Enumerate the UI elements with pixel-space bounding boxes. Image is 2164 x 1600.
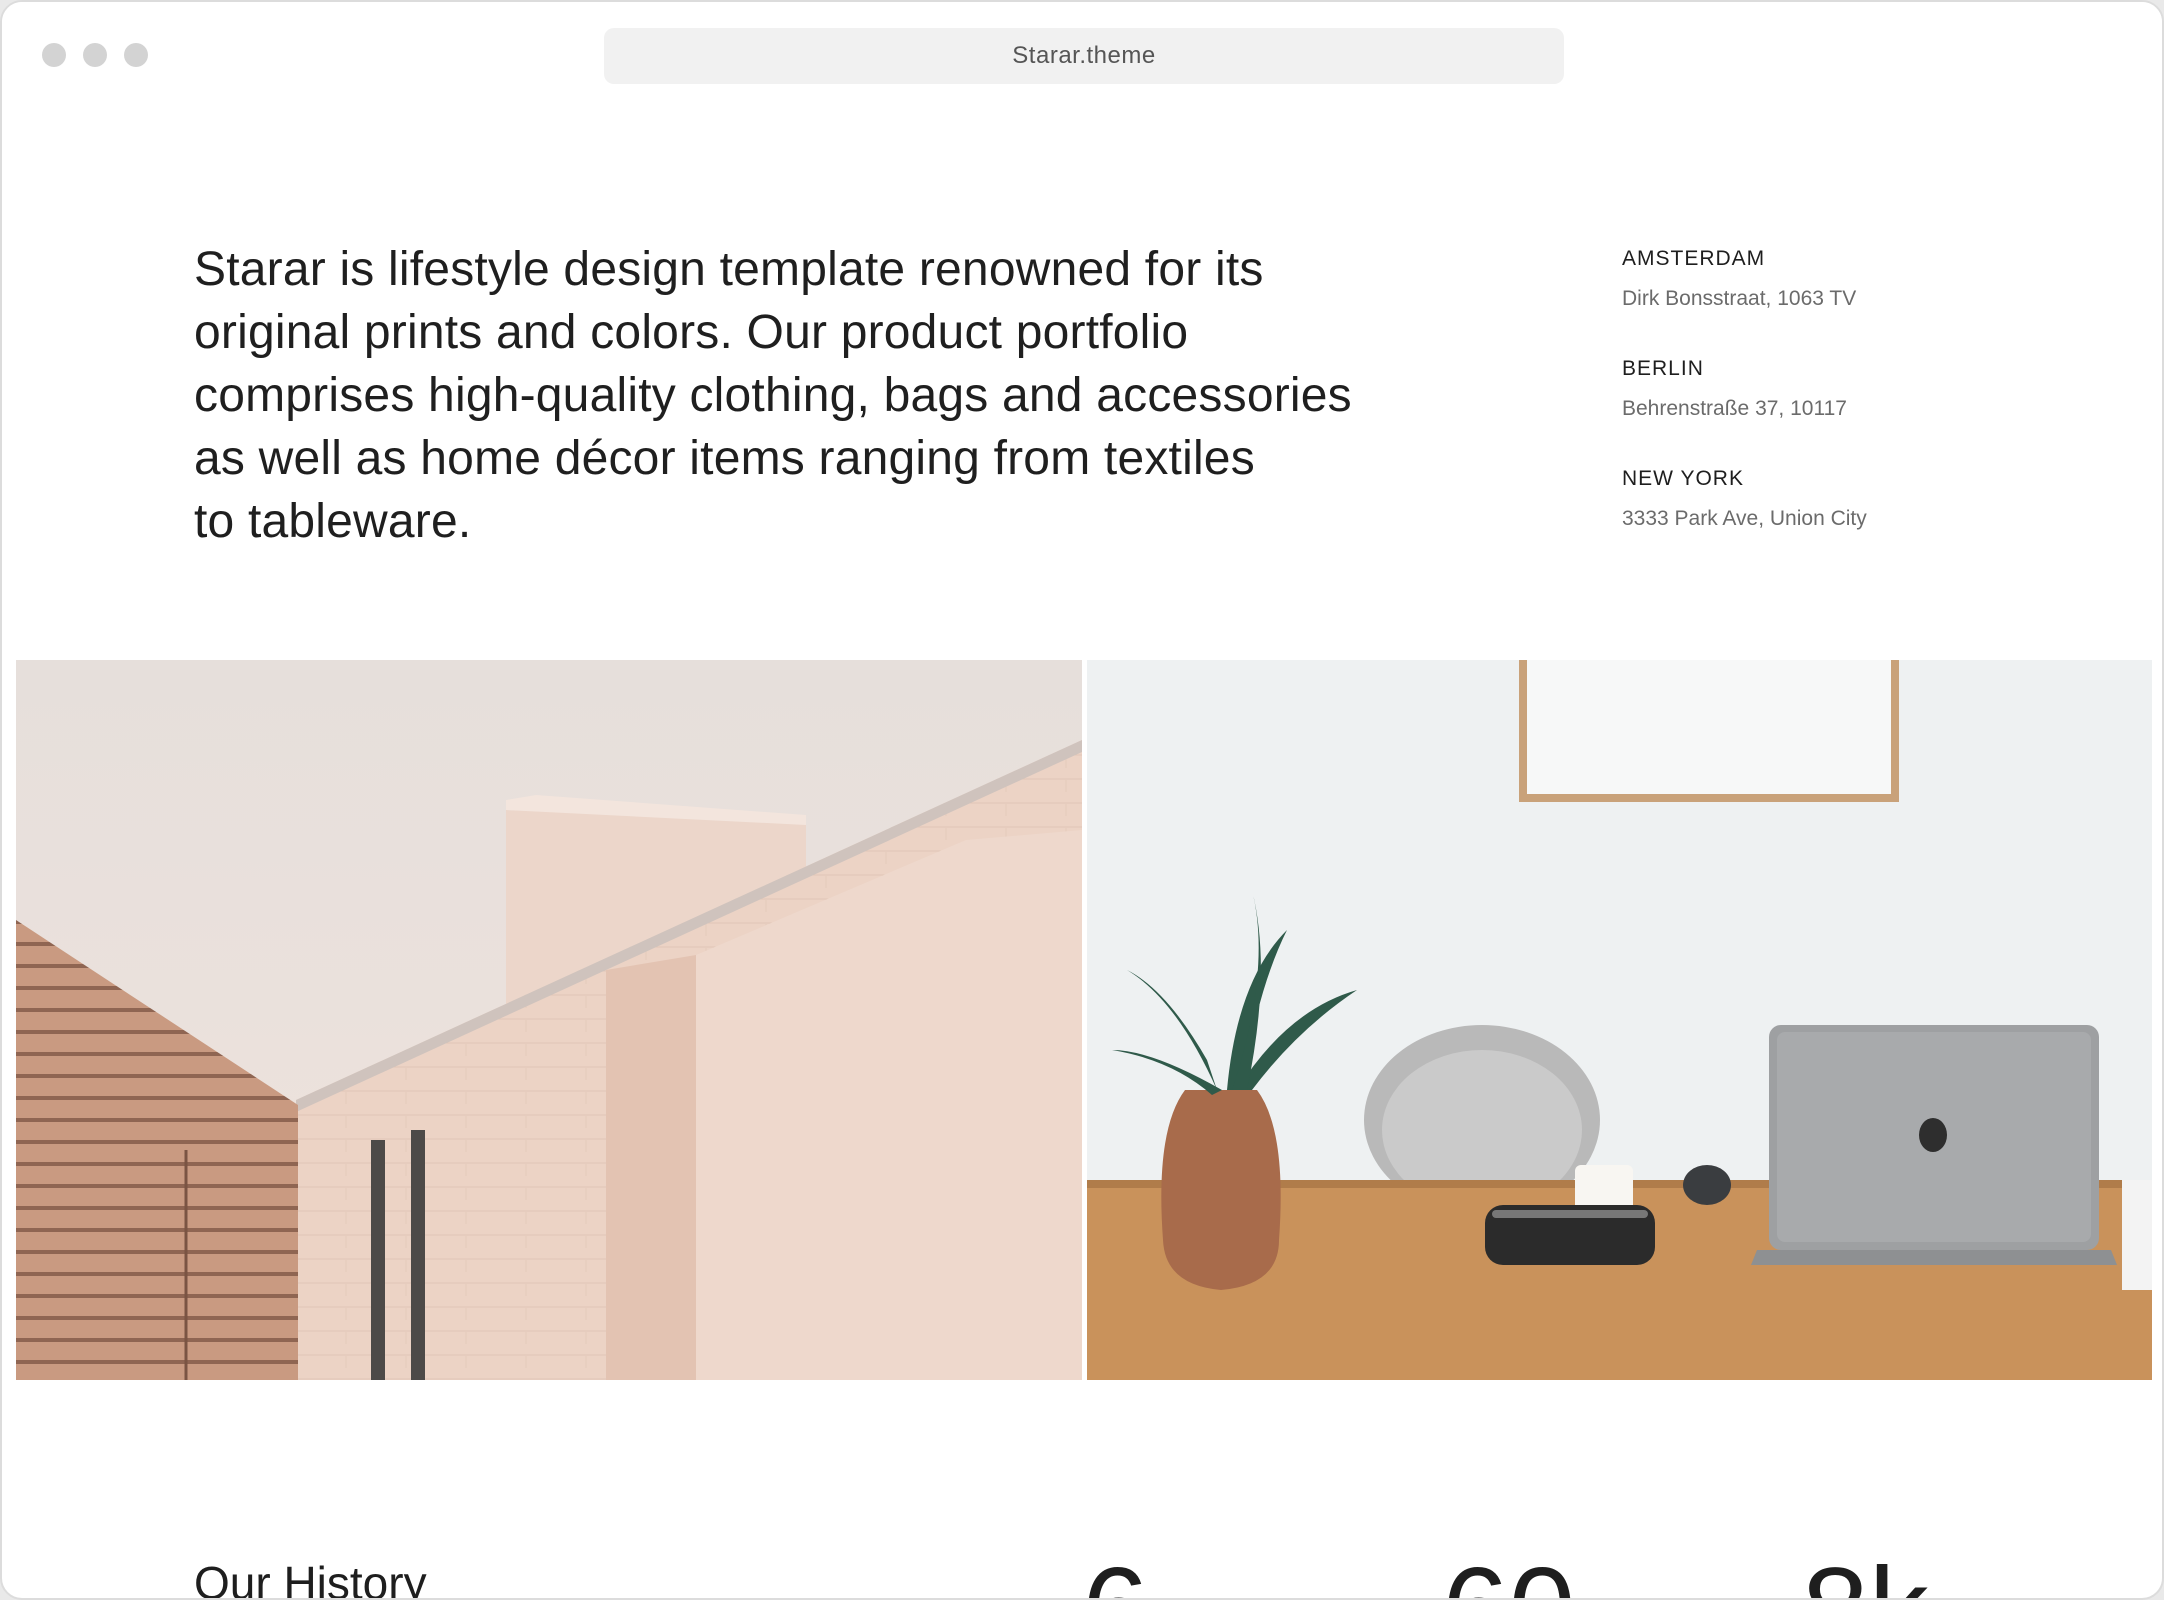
zoom-window-button[interactable] <box>124 43 148 67</box>
history-stat: 6 <box>1082 1550 1149 1598</box>
browser-window: Starar.theme Starar is lifestyle design … <box>0 0 2164 1600</box>
intro-paragraph: Starar is lifestyle design template reno… <box>194 238 1424 553</box>
close-window-button[interactable] <box>42 43 66 67</box>
address-bar[interactable]: Starar.theme <box>604 28 1564 84</box>
intro-line: Starar is lifestyle design template reno… <box>194 243 1264 296</box>
intro-line: original prints and colors. Our product … <box>194 306 1189 359</box>
locations-list: AMSTERDAM Dirk Bonsstraat, 1063 TV BERLI… <box>1622 246 2042 576</box>
intro-line: as well as home décor items ranging from… <box>194 432 1255 485</box>
location-amsterdam: AMSTERDAM Dirk Bonsstraat, 1063 TV <box>1622 246 2042 312</box>
browser-titlebar: Starar.theme <box>2 2 2162 102</box>
history-heading: Our History <box>194 1557 427 1600</box>
address-bar-url: Starar.theme <box>1012 42 1156 69</box>
desk-photo <box>1087 660 2152 1380</box>
intro-line: comprises high-quality clothing, bags an… <box>194 369 1352 422</box>
location-city: AMSTERDAM <box>1622 247 1766 270</box>
location-address: Behrenstraße 37, 10117 <box>1622 397 1847 420</box>
desk-illustration <box>1087 660 2152 1380</box>
minimize-window-button[interactable] <box>83 43 107 67</box>
history-stat: 60 <box>1442 1550 1575 1598</box>
location-city: BERLIN <box>1622 357 1704 380</box>
location-berlin: BERLIN Behrenstraße 37, 10117 <box>1622 356 2042 422</box>
location-address: Dirk Bonsstraat, 1063 TV <box>1622 287 1857 310</box>
building-illustration <box>16 660 1082 1380</box>
building-photo <box>16 660 1082 1380</box>
intro-line: to tableware. <box>194 495 472 548</box>
location-new-york: NEW YORK 3333 Park Ave, Union City <box>1622 466 2042 532</box>
history-stat: 8k <box>1802 1550 1929 1598</box>
location-address: 3333 Park Ave, Union City <box>1622 507 1867 530</box>
location-city: NEW YORK <box>1622 467 1744 490</box>
window-controls <box>42 43 148 67</box>
